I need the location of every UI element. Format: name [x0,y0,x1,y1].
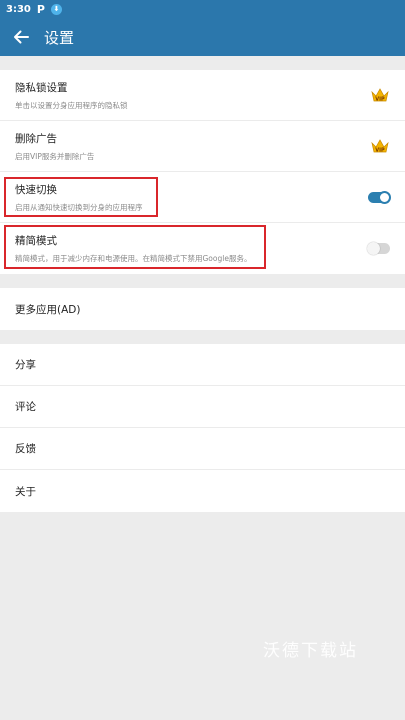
download-icon: ⬇ [50,3,62,15]
review-label: 评论 [15,401,36,413]
share-item[interactable]: 分享 [0,344,405,386]
settings-group: 隐私锁设置 单击以设置分身应用程序的隐私锁 VIP 删除广告 启用VIP服务并删… [0,70,405,274]
feedback-item[interactable]: 反馈 [0,428,405,470]
setting-remove-ads[interactable]: 删除广告 启用VIP服务并删除广告 VIP [0,121,405,172]
more-apps-group: 更多应用(AD) [0,288,405,330]
toggle-knob [378,190,391,204]
setting-title: 快速切换 [15,183,57,196]
vip-crown-icon: VIP [370,85,390,105]
review-item[interactable]: 评论 [0,386,405,428]
about-item[interactable]: 关于 [0,470,405,512]
setting-privacy-lock[interactable]: 隐私锁设置 单击以设置分身应用程序的隐私锁 VIP [0,70,405,121]
share-label: 分享 [15,359,36,371]
watermark-text: 沃德下载站 [263,641,358,661]
setting-title: 精简模式 [15,235,57,247]
setting-quick-switch[interactable]: 快速切换 启用从通知快速切换到分身的应用程序 [0,172,405,223]
status-bar: 3:30 P ⬇ [0,0,405,18]
vip-crown-icon: VIP [370,136,390,156]
vip-label: VIP [375,148,385,154]
feedback-label: 反馈 [15,443,36,455]
misc-group: 分享 评论 反馈 关于 [0,344,405,512]
quick-switch-toggle[interactable] [368,190,391,204]
setting-subtitle: 精简模式，用于减少内存和电源使用。在精简模式下禁用Google服务。 [15,254,252,263]
vip-label: VIP [375,97,385,103]
app-toolbar: 设置 [0,18,405,56]
parking-icon: P [36,2,45,16]
setting-lite-mode[interactable]: 精简模式 精简模式，用于减少内存和电源使用。在精简模式下禁用Google服务。 [0,223,405,274]
toggle-knob [367,242,380,255]
setting-subtitle: 启用VIP服务并删除广告 [15,151,95,161]
about-label: 关于 [15,485,36,498]
setting-title: 删除广告 [15,132,57,145]
status-time: 3:30 [6,3,31,15]
setting-title: 隐私锁设置 [15,81,68,94]
page-title: 设置 [44,28,75,47]
more-apps-item[interactable]: 更多应用(AD) [0,288,405,330]
setting-subtitle: 启用从通知快速切换到分身的应用程序 [15,202,143,212]
setting-subtitle: 单击以设置分身应用程序的隐私锁 [15,100,128,110]
back-arrow-icon[interactable] [10,26,32,48]
more-apps-label: 更多应用(AD) [15,303,81,316]
lite-mode-toggle[interactable] [367,242,390,255]
